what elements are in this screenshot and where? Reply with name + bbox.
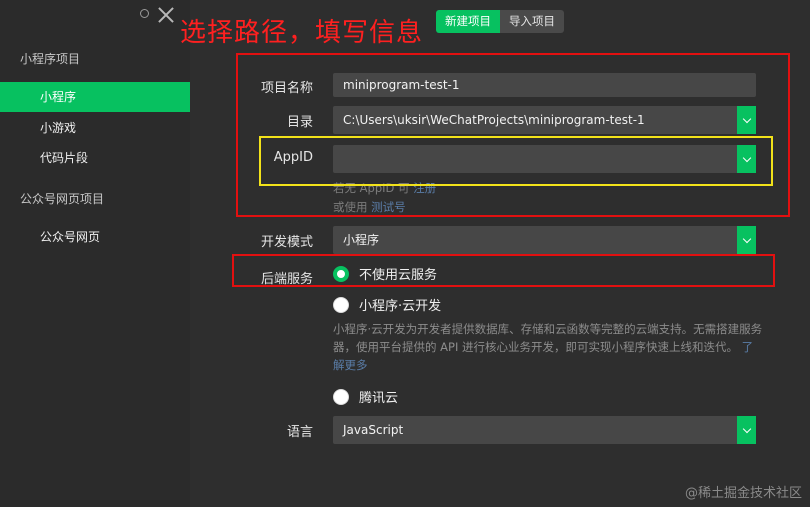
chevron-down-icon	[742, 424, 751, 433]
section-title-officialaccount: 公众号网页项目	[20, 192, 105, 206]
annotation-text: 选择路径，填写信息	[180, 18, 424, 48]
sidebar-item-miniprogram[interactable]: 小程序	[0, 82, 190, 112]
radio-unchecked-icon[interactable]	[333, 296, 349, 313]
sidebar-item-officialaccount-web[interactable]: 公众号网页	[0, 222, 190, 252]
dev-mode-dropdown-button[interactable]	[737, 226, 756, 254]
cloudbase-description-text: 小程序·云开发为开发者提供数据库、存储和云函数等完整的云端支持。无需搭建服务器，…	[333, 322, 763, 354]
radio-unchecked-icon[interactable]	[333, 388, 349, 405]
language-value: JavaScript	[343, 423, 404, 437]
backend-option-tencentcloud[interactable]: 腾讯云	[333, 387, 398, 406]
backend-option-cloudbase[interactable]: 小程序·云开发	[333, 295, 441, 314]
backend-option-tencentcloud-label: 腾讯云	[359, 391, 399, 406]
project-tabs: 新建项目 导入项目	[436, 10, 564, 33]
sidebar-item-minigame[interactable]: 小游戏	[0, 113, 190, 143]
annotation-frame-red-backend	[232, 254, 775, 287]
language-label: 语言	[286, 425, 313, 440]
tab-new-project[interactable]: 新建项目	[436, 10, 500, 33]
section-title-miniprogram: 小程序项目	[20, 52, 81, 66]
minimize-icon[interactable]	[140, 9, 149, 18]
dev-mode-label: 开发模式	[260, 235, 313, 250]
tab-import-project[interactable]: 导入项目	[500, 10, 564, 33]
chevron-down-icon	[742, 234, 751, 243]
sidebar: 小程序项目 小程序 小游戏 代码片段 公众号网页项目 公众号网页	[0, 0, 190, 507]
annotation-frame-red-fields	[236, 53, 790, 217]
language-select[interactable]: JavaScript	[333, 416, 756, 444]
watermark: @稀土掘金技术社区	[684, 486, 802, 501]
dev-mode-select[interactable]: 小程序	[333, 226, 756, 254]
dev-mode-value: 小程序	[343, 233, 380, 247]
annotation-frame-yellow-appid	[259, 136, 773, 186]
language-dropdown-button[interactable]	[737, 416, 756, 444]
close-icon[interactable]	[157, 6, 175, 24]
sidebar-item-snippet[interactable]: 代码片段	[0, 143, 190, 173]
cloudbase-description: 小程序·云开发为开发者提供数据库、存储和云函数等完整的云端支持。无需搭建服务器，…	[333, 320, 763, 374]
backend-option-cloudbase-label: 小程序·云开发	[359, 299, 442, 314]
